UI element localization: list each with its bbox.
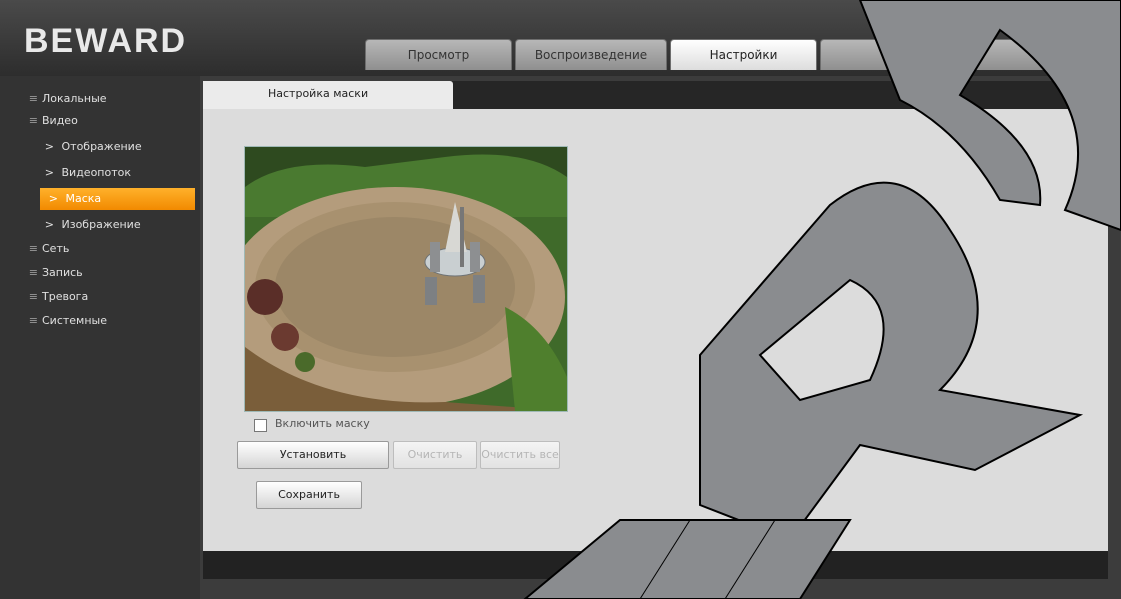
subtab-label: Настройка маски [268,87,369,100]
menu-bullet-icon: ≡ [28,114,38,127]
menu-bullet-icon: ≡ [28,314,38,327]
beward-logo: BEWARD [24,22,188,60]
tab-4[interactable] [820,39,967,70]
menu-bullet-icon: ≡ [28,242,38,255]
sidebar-item-label: Маска [65,192,102,205]
save-button[interactable]: Сохранить [256,481,362,509]
clear-button[interactable]: Очистить [393,441,477,469]
tab-playback[interactable]: Воспроизведение [515,39,667,70]
sidebar-item-mask[interactable]: > Маска [40,188,195,210]
camera-preview-image [245,147,567,411]
sidebar-item-label: Видеопоток [61,166,132,179]
sidebar-item-display[interactable]: > Отображение [0,136,196,158]
sidebar-item-network[interactable]: ≡ Сеть [0,238,196,260]
clear-all-button[interactable]: Очистить все [480,441,560,469]
sidebar-item-local[interactable]: ≡ Локальные [0,88,196,110]
tab-view[interactable]: Просмотр [365,39,512,70]
sidebar-item-label: Тревога [42,290,89,303]
sidebar-item-video[interactable]: ≡ Видео [0,110,196,132]
chevron-right-icon: > [48,192,58,205]
sidebar-item-label: Локальные [42,92,107,105]
sidebar-item-alarm[interactable]: ≡ Тревога [0,286,196,308]
sidebar-item-image[interactable]: > Изображение [0,214,196,236]
sidebar-item-system[interactable]: ≡ Системные [0,310,196,332]
footer-bar [203,551,1108,579]
sidebar-item-label: Запись [42,266,83,279]
enable-mask-label: Включить маску [275,417,370,430]
menu-bullet-icon: ≡ [28,92,38,105]
chevron-right-icon: > [44,166,54,179]
sidebar-item-record[interactable]: ≡ Запись [0,262,196,284]
menu-bullet-icon: ≡ [28,290,38,303]
tab-mask-settings[interactable]: Настройка маски [203,81,453,109]
set-button[interactable]: Установить [237,441,389,469]
menu-bullet-icon: ≡ [28,266,38,279]
chevron-right-icon: > [44,218,54,231]
tab-settings[interactable]: Настройки [670,39,817,70]
sidebar-item-label: Видео [42,114,78,127]
sidebar-item-label: Изображение [61,218,141,231]
enable-mask-checkbox[interactable] [254,419,267,432]
sidebar-item-videostream[interactable]: > Видеопоток [0,162,196,184]
camera-preview[interactable] [244,146,568,412]
sidebar-item-label: Отображение [61,140,142,153]
sidebar: ≡ Локальные ≡ Видео > Отображение > Видеоп… [0,76,200,599]
sidebar-item-label: Сеть [42,242,70,255]
chevron-right-icon: > [44,140,54,153]
sidebar-item-label: Системные [42,314,107,327]
tab-5[interactable] [970,39,1117,70]
